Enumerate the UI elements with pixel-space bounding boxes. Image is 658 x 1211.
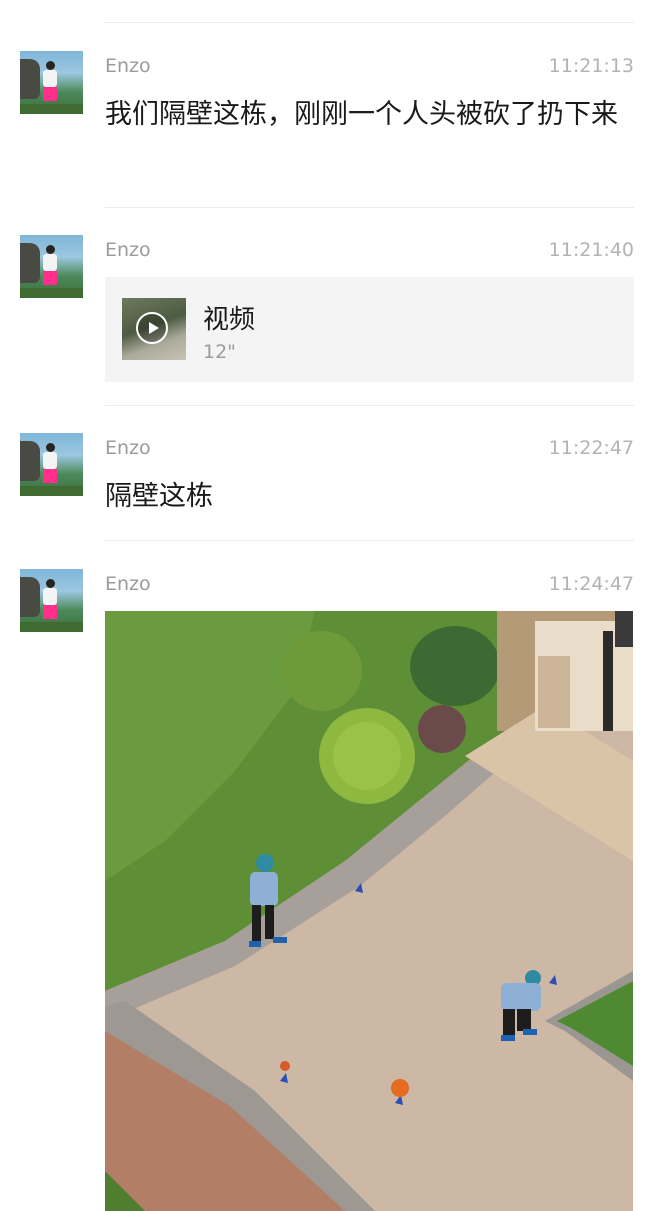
top-divider	[105, 22, 634, 23]
message-time: 11:24:47	[548, 573, 634, 595]
message-divider	[105, 540, 634, 541]
avatar[interactable]	[20, 51, 83, 114]
photo-scene	[105, 611, 633, 1211]
sender-name: Enzo	[105, 573, 151, 595]
sender-name: Enzo	[105, 55, 151, 77]
video-attachment[interactable]: 视频 12"	[105, 277, 634, 382]
message-divider	[105, 207, 634, 208]
video-label: 视频	[203, 305, 256, 335]
video-thumbnail[interactable]	[122, 298, 186, 360]
message-time: 11:21:13	[548, 55, 634, 77]
sender-name: Enzo	[105, 437, 151, 459]
avatar[interactable]	[20, 569, 83, 632]
avatar[interactable]	[20, 235, 83, 298]
sender-name: Enzo	[105, 239, 151, 261]
video-duration: 12"	[203, 341, 236, 363]
play-icon[interactable]	[136, 312, 168, 344]
chat-message[interactable]: Enzo 11:21:13 我们隔壁这栋，刚刚一个人头被砍了扔下来	[0, 51, 658, 201]
avatar[interactable]	[20, 433, 83, 496]
message-text: 隔壁这栋	[105, 481, 213, 512]
message-text: 我们隔壁这栋，刚刚一个人头被砍了扔下来	[105, 99, 618, 130]
chat-message[interactable]: Enzo 11:21:40 视频 12"	[0, 235, 658, 385]
message-time: 11:21:40	[548, 239, 634, 261]
image-attachment[interactable]	[105, 611, 633, 1211]
message-time: 11:22:47	[548, 437, 634, 459]
chat-message[interactable]: Enzo 11:24:47	[0, 569, 658, 1211]
message-divider	[105, 405, 634, 406]
chat-message[interactable]: Enzo 11:22:47 隔壁这栋	[0, 433, 658, 533]
